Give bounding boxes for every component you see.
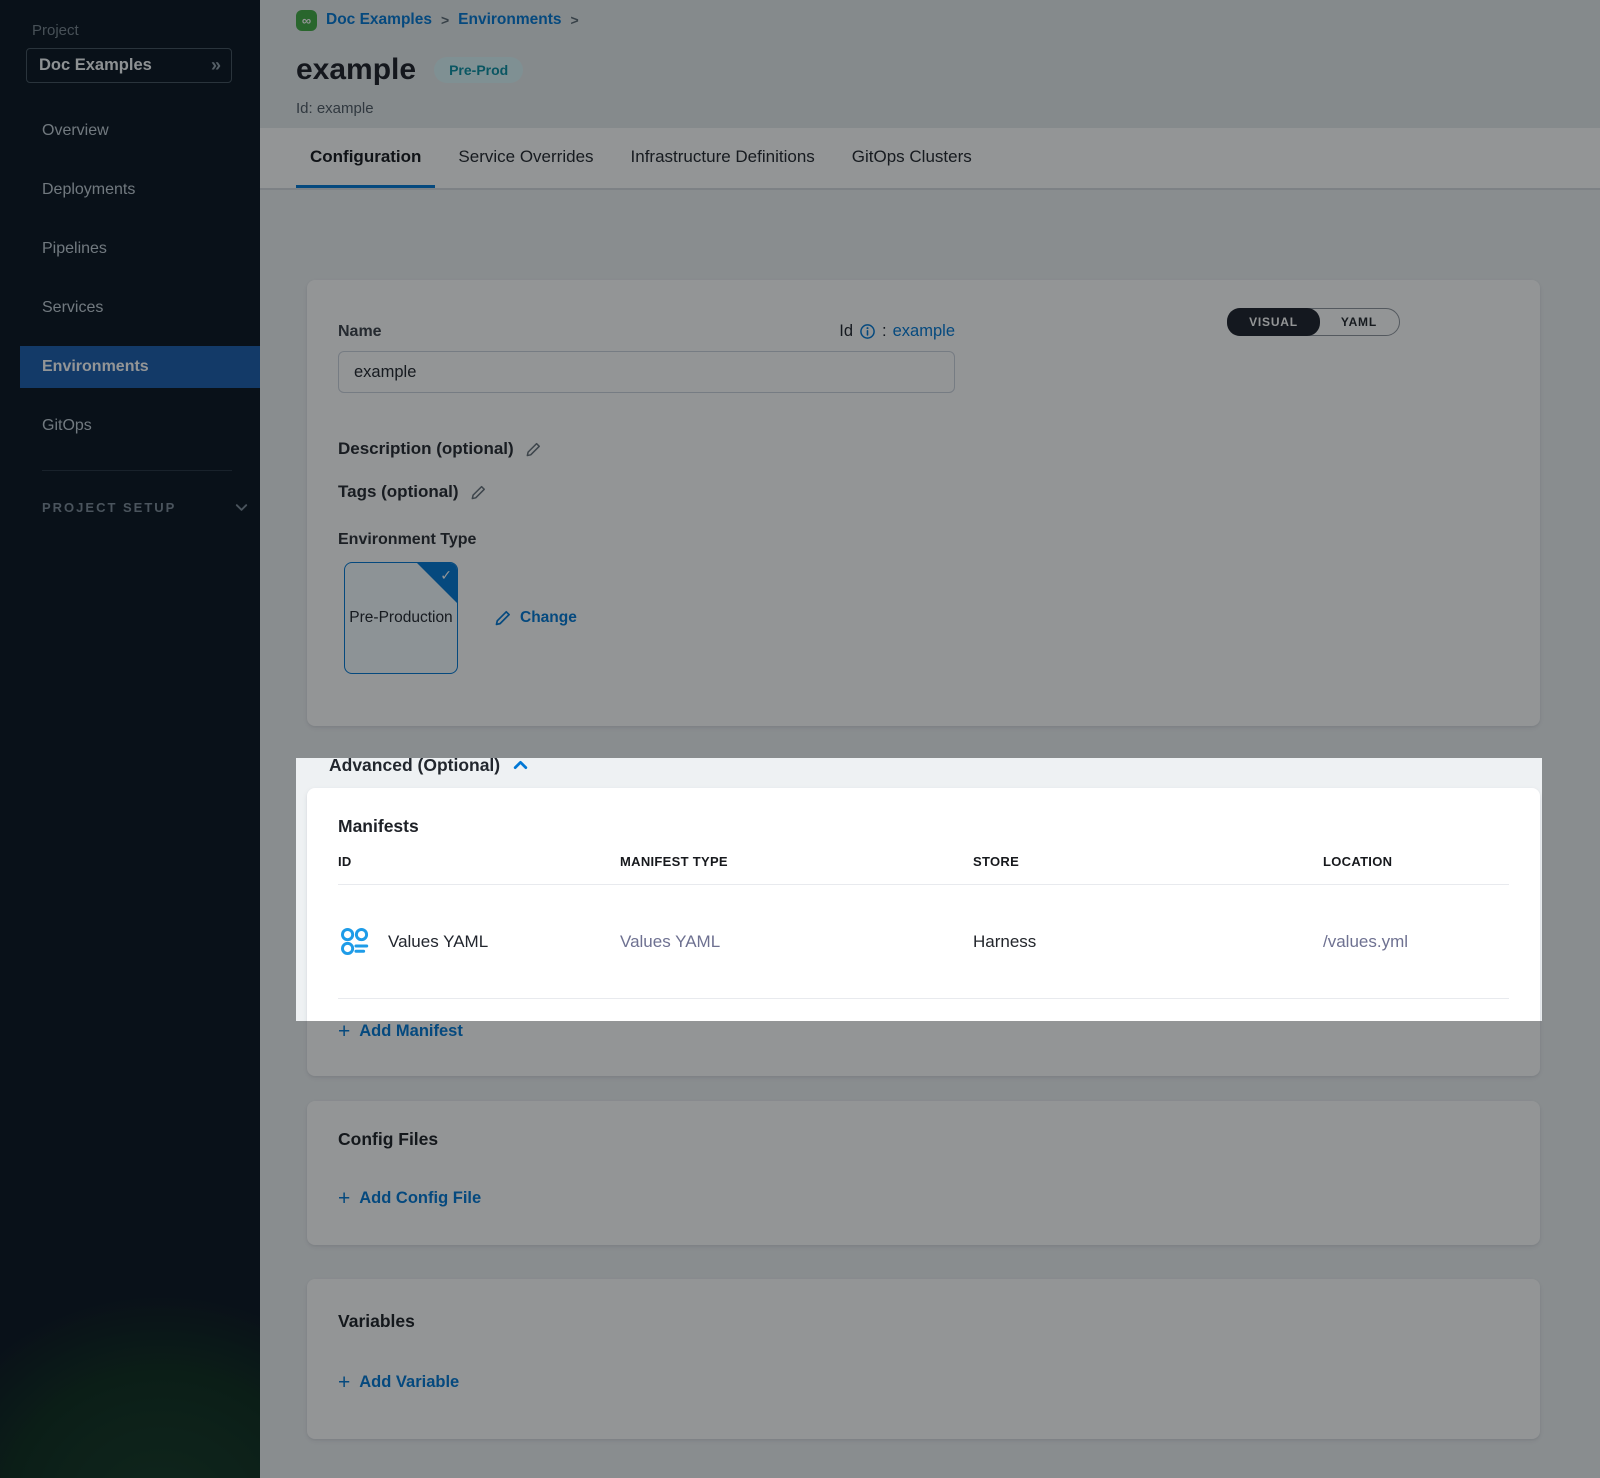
add-config-file-button[interactable]: + Add Config File xyxy=(338,1188,481,1209)
manifest-id: Values YAML xyxy=(388,932,488,952)
tags-label: Tags (optional) xyxy=(338,482,459,502)
breadcrumb-project-link[interactable]: Doc Examples xyxy=(326,11,432,29)
double-chevron-icon[interactable]: » xyxy=(211,55,219,76)
advanced-label: Advanced (Optional) xyxy=(329,755,500,776)
toggle-yaml[interactable]: YAML xyxy=(1319,309,1399,335)
main-area: ∞ Doc Examples > Environments > example … xyxy=(260,0,1600,1478)
sidebar-item-gitops[interactable]: GitOps xyxy=(0,405,260,447)
change-label: Change xyxy=(520,609,577,627)
variables-card: Variables + Add Variable xyxy=(307,1279,1540,1439)
plus-icon: + xyxy=(338,1021,350,1042)
content: VISUAL YAML Name Id : example Descriptio… xyxy=(260,280,1600,1439)
column-manifest-type: MANIFEST TYPE xyxy=(620,854,973,869)
sidebar-item-overview[interactable]: Overview xyxy=(0,110,260,152)
visual-yaml-toggle[interactable]: VISUAL YAML xyxy=(1227,308,1400,336)
plus-icon: + xyxy=(338,1372,350,1393)
tab-infrastructure-definitions[interactable]: Infrastructure Definitions xyxy=(617,128,829,188)
page-header: ∞ Doc Examples > Environments > example … xyxy=(260,0,1600,128)
sidebar-item-pipelines[interactable]: Pipelines xyxy=(0,228,260,270)
environment-type-card[interactable]: ✓ Pre-Production xyxy=(344,562,458,674)
project-selector[interactable]: Doc Examples » xyxy=(26,48,232,83)
check-icon: ✓ xyxy=(440,565,452,586)
change-env-type-button[interactable]: Change xyxy=(494,609,577,627)
entity-id: Id: example xyxy=(296,100,1600,117)
edit-tags-icon[interactable] xyxy=(470,484,487,501)
manifest-store: Harness xyxy=(973,932,1323,952)
values-yaml-manifest-icon xyxy=(338,925,372,959)
id-colon: : xyxy=(882,322,887,341)
tab-bar: Configuration Service Overrides Infrastr… xyxy=(260,128,1600,190)
name-input[interactable] xyxy=(338,351,955,393)
column-store: STORE xyxy=(973,854,1323,869)
edit-description-icon[interactable] xyxy=(525,441,542,458)
project-name: Doc Examples xyxy=(39,56,211,75)
project-setup-label: PROJECT SETUP xyxy=(42,500,176,515)
id-value-link[interactable]: example xyxy=(893,322,955,341)
sidebar-nav: Overview Deployments Pipelines Services … xyxy=(0,110,260,464)
breadcrumb-separator: > xyxy=(441,12,449,28)
config-files-heading: Config Files xyxy=(338,1129,1509,1150)
sidebar-item-environments[interactable]: Environments xyxy=(20,346,260,388)
breadcrumb-environments-link[interactable]: Environments xyxy=(458,11,561,29)
description-label: Description (optional) xyxy=(338,439,514,459)
environment-type-value: Pre-Production xyxy=(349,606,452,629)
environment-details-card: Name Id : example Description (optional) xyxy=(307,280,1540,726)
info-icon[interactable] xyxy=(859,323,876,340)
manifest-table-row[interactable]: Values YAML Values YAML Harness /values.… xyxy=(338,885,1509,999)
variables-heading: Variables xyxy=(338,1311,1509,1332)
breadcrumb-separator: > xyxy=(571,12,579,28)
harness-cd-module-icon: ∞ xyxy=(296,10,317,31)
sidebar-divider xyxy=(42,470,232,471)
env-type-badge: Pre-Prod xyxy=(434,57,523,83)
sidebar: Project Doc Examples » Overview Deployme… xyxy=(0,0,260,1478)
add-variable-button[interactable]: + Add Variable xyxy=(338,1372,459,1393)
tab-gitops-clusters[interactable]: GitOps Clusters xyxy=(838,128,986,188)
environment-type-label: Environment Type xyxy=(338,531,1509,549)
add-variable-label: Add Variable xyxy=(359,1373,459,1392)
tab-service-overrides[interactable]: Service Overrides xyxy=(444,128,607,188)
tab-configuration[interactable]: Configuration xyxy=(296,128,435,188)
name-label: Name xyxy=(338,323,382,341)
manifests-card: Manifests ID MANIFEST TYPE STORE LOCATIO… xyxy=(307,788,1540,1076)
chevron-down-icon xyxy=(234,500,249,515)
manifests-heading: Manifests xyxy=(338,816,1509,837)
chevron-up-icon xyxy=(512,757,529,774)
page-title: example xyxy=(296,53,416,87)
toggle-visual[interactable]: VISUAL xyxy=(1227,308,1320,336)
id-label: Id xyxy=(839,322,853,341)
project-label: Project xyxy=(32,22,79,39)
plus-icon: + xyxy=(338,1188,350,1209)
project-setup-toggle[interactable]: PROJECT SETUP xyxy=(42,500,249,515)
manifest-location: /values.yml xyxy=(1323,932,1509,952)
breadcrumb: ∞ Doc Examples > Environments > xyxy=(296,9,1600,31)
column-id: ID xyxy=(338,854,620,869)
manifests-table-header: ID MANIFEST TYPE STORE LOCATION xyxy=(338,854,1509,885)
manifest-type: Values YAML xyxy=(620,932,973,952)
description-row: Description (optional) xyxy=(338,439,1509,459)
column-location: LOCATION xyxy=(1323,854,1509,869)
tags-row: Tags (optional) xyxy=(338,482,1509,502)
add-manifest-button[interactable]: + Add Manifest xyxy=(338,1021,463,1042)
advanced-section-toggle[interactable]: Advanced (Optional) xyxy=(307,748,1600,782)
sidebar-item-deployments[interactable]: Deployments xyxy=(0,169,260,211)
title-row: example Pre-Prod xyxy=(296,53,1600,87)
sidebar-item-services[interactable]: Services xyxy=(0,287,260,329)
sidebar-decoration xyxy=(0,1288,260,1478)
config-files-card: Config Files + Add Config File xyxy=(307,1101,1540,1245)
add-config-file-label: Add Config File xyxy=(359,1189,481,1208)
add-manifest-label: Add Manifest xyxy=(359,1022,463,1041)
edit-pencil-icon xyxy=(494,609,512,627)
